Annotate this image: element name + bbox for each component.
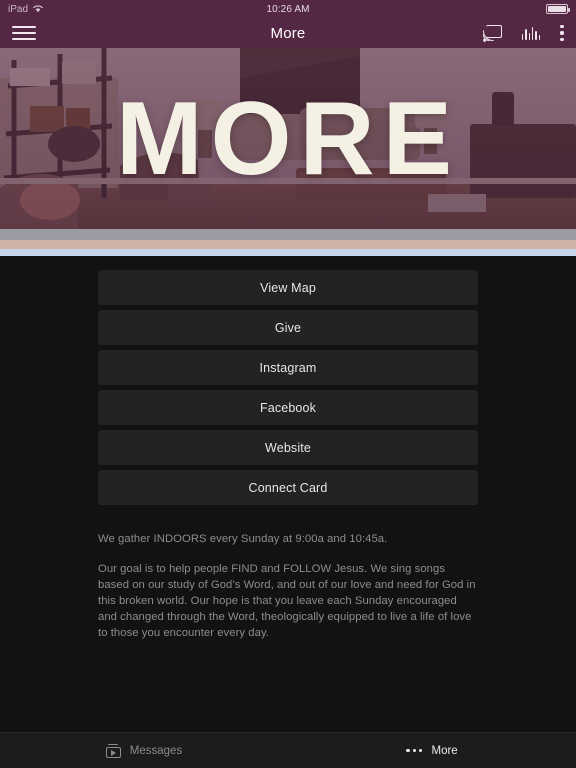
- mission-paragraph: Our goal is to help people FIND and FOLL…: [98, 563, 476, 639]
- status-bar-right: [546, 4, 570, 14]
- link-button-list: View Map Give Instagram Facebook Website…: [0, 256, 576, 505]
- tab-bar: Messages More: [0, 732, 576, 768]
- battery-icon: [546, 4, 570, 14]
- tab-messages[interactable]: Messages: [0, 733, 288, 768]
- description-text: We gather INDOORS every Sunday at 9:00a …: [0, 505, 576, 641]
- main-content: View Map Give Instagram Facebook Website…: [0, 256, 576, 732]
- hero-title: MORE: [116, 80, 460, 197]
- blue-band: [0, 249, 576, 256]
- equalizer-icon[interactable]: [522, 26, 540, 40]
- kebab-menu-icon[interactable]: [560, 25, 564, 41]
- hamburger-menu-icon[interactable]: [12, 24, 36, 42]
- status-bar: iPad 10:26 AM: [0, 0, 576, 18]
- service-times-paragraph: We gather INDOORS every Sunday at 9:00a …: [98, 533, 388, 545]
- instagram-button[interactable]: Instagram: [98, 350, 478, 385]
- facebook-button[interactable]: Facebook: [98, 390, 478, 425]
- nav-bar: More: [0, 18, 576, 48]
- hero-banner: MORE: [0, 48, 576, 229]
- connect-card-button[interactable]: Connect Card: [98, 470, 478, 505]
- tab-more-label: More: [431, 744, 458, 757]
- gray-band: [0, 229, 576, 240]
- status-bar-time: 10:26 AM: [266, 3, 310, 15]
- view-map-button[interactable]: View Map: [98, 270, 478, 305]
- give-button[interactable]: Give: [98, 310, 478, 345]
- tab-messages-label: Messages: [129, 744, 183, 757]
- nav-actions: [483, 25, 564, 42]
- website-button[interactable]: Website: [98, 430, 478, 465]
- ellipsis-icon: [406, 748, 423, 753]
- tab-more[interactable]: More: [288, 733, 576, 768]
- chromecast-icon[interactable]: [483, 25, 502, 42]
- tan-band: [0, 240, 576, 249]
- app-root: iPad 10:26 AM More MORE View Map Give In…: [0, 0, 576, 768]
- video-messages-icon: [105, 743, 121, 758]
